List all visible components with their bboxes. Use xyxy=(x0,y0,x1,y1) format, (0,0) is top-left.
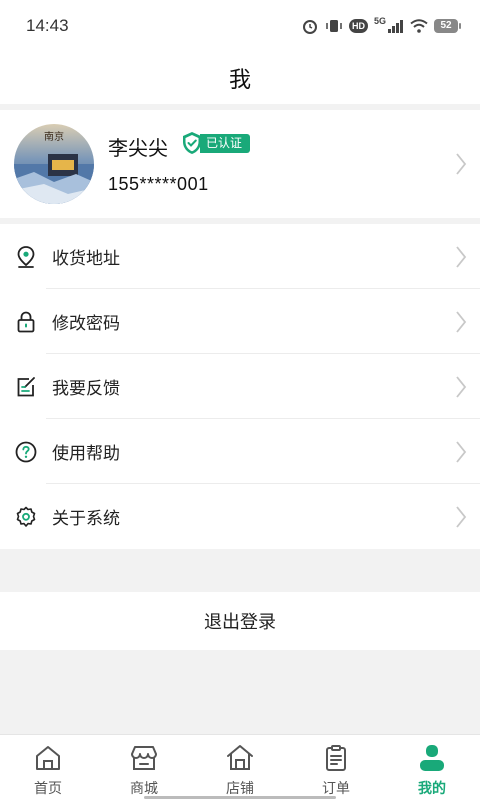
menu-item-help[interactable]: 使用帮助 xyxy=(0,419,480,484)
nav-item-orders[interactable]: 订单 xyxy=(288,735,384,801)
nav-label: 店铺 xyxy=(226,780,254,796)
menu-item-feedback[interactable]: 我要反馈 xyxy=(0,354,480,419)
alarm-icon xyxy=(302,20,317,34)
page-header: 我 xyxy=(0,52,480,104)
status-icons: HD 5G 52 xyxy=(301,14,461,38)
edit-note-icon xyxy=(14,375,38,399)
nav-item-home[interactable]: 首页 xyxy=(0,735,96,801)
chevron-right-icon xyxy=(456,246,467,268)
nav-item-shop[interactable]: 店铺 xyxy=(192,735,288,801)
vibrate-icon xyxy=(326,20,342,32)
hd-icon: HD xyxy=(348,19,368,33)
home-indicator[interactable] xyxy=(144,796,336,799)
home-icon xyxy=(36,746,60,770)
network-label: 5G xyxy=(373,16,386,26)
profile-card[interactable]: 南京 李尖尖 已认证 155*****001 xyxy=(0,110,480,218)
user-name: 李尖尖 xyxy=(108,138,168,160)
bottom-nav: 首页 商城 店铺 订单 我的 xyxy=(0,734,480,801)
nav-item-mine[interactable]: 我的 xyxy=(384,735,480,801)
signal-icon xyxy=(388,20,403,33)
nav-item-mall[interactable]: 商城 xyxy=(96,735,192,801)
nav-label: 订单 xyxy=(322,780,350,796)
chevron-right-icon xyxy=(456,153,467,175)
avatar[interactable]: 南京 xyxy=(14,124,94,204)
menu-item-address[interactable]: 收货地址 xyxy=(0,224,480,289)
shop-icon xyxy=(227,745,253,770)
menu-item-label: 关于系统 xyxy=(52,509,120,528)
menu-item-change-password[interactable]: 修改密码 xyxy=(0,289,480,354)
menu-item-label: 收货地址 xyxy=(52,249,120,268)
help-icon xyxy=(14,440,38,464)
settings-gear-icon xyxy=(14,505,38,529)
chevron-right-icon xyxy=(456,441,467,463)
store-icon xyxy=(131,746,157,770)
chevron-right-icon xyxy=(456,376,467,398)
avatar-caption: 南京 xyxy=(44,130,64,143)
battery-icon: 52 xyxy=(434,19,461,33)
profile-icon xyxy=(420,745,444,771)
menu-item-about[interactable]: 关于系统 xyxy=(0,484,480,549)
menu-item-label: 修改密码 xyxy=(52,314,120,333)
nav-label: 商城 xyxy=(130,780,158,796)
chevron-right-icon xyxy=(456,506,467,528)
verified-label: 已认证 xyxy=(200,133,251,153)
nav-label: 首页 xyxy=(34,780,62,796)
menu-item-label: 使用帮助 xyxy=(52,444,120,463)
settings-menu: 收货地址 修改密码 我要反馈 使用帮助 关于系统 xyxy=(0,224,480,549)
page-title: 我 xyxy=(228,67,251,92)
menu-item-label: 我要反馈 xyxy=(52,379,120,398)
verified-badge: 已认证 xyxy=(180,131,251,155)
chevron-right-icon xyxy=(456,311,467,333)
user-phone: 155*****001 xyxy=(108,174,209,194)
status-bar: 14:43 HD 5G 52 xyxy=(0,0,480,52)
wifi-icon xyxy=(410,19,428,33)
logout-button[interactable]: 退出登录 xyxy=(0,592,480,650)
location-pin-icon xyxy=(14,245,38,269)
nav-label: 我的 xyxy=(418,780,446,796)
order-icon xyxy=(326,745,346,771)
lock-icon xyxy=(14,310,38,334)
status-time: 14:43 xyxy=(26,16,69,35)
